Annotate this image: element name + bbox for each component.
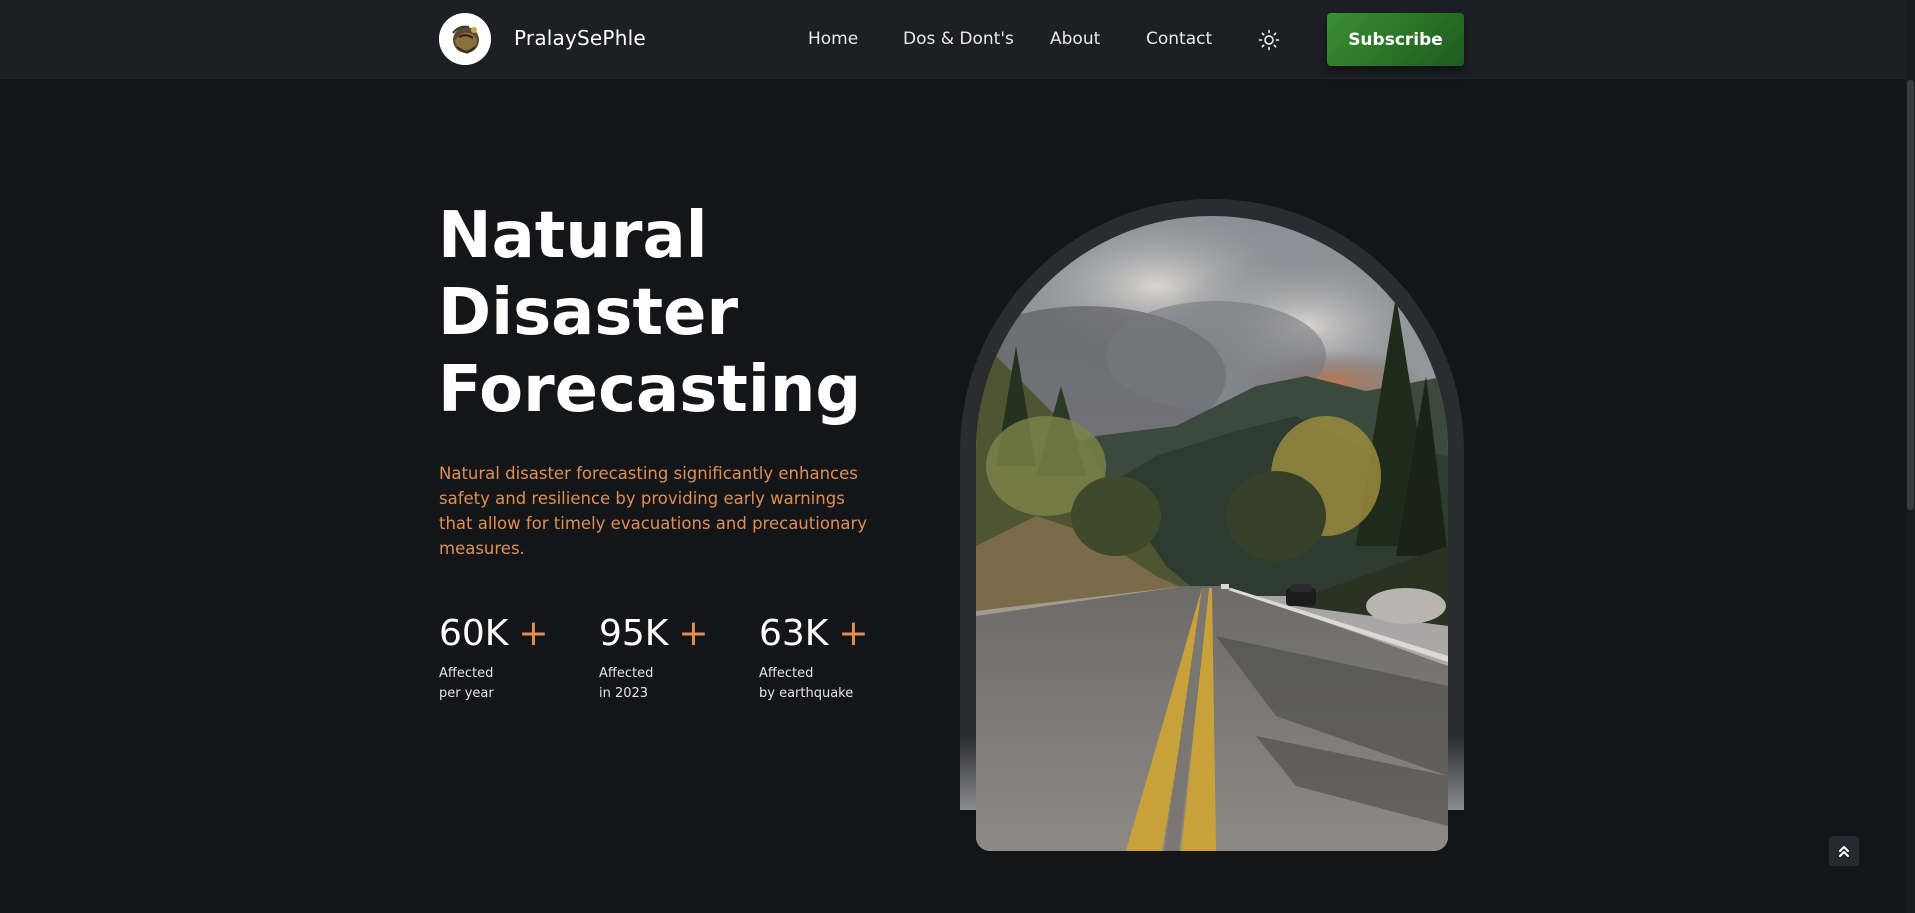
stat-label: Affected per year [439, 666, 494, 701]
hero-title: Natural Disaster Forecasting [438, 198, 908, 429]
plus-sign: + [678, 613, 709, 654]
nav-dos-donts[interactable]: Dos & Dont's [903, 29, 1014, 49]
wildfire-road-photo [976, 216, 1448, 851]
subscribe-button[interactable]: Subscribe [1327, 13, 1464, 66]
nav-contact[interactable]: Contact [1146, 29, 1212, 49]
double-chevron-up-icon[interactable] [1829, 836, 1859, 866]
stat-per-year: 60K + Affected per year [439, 612, 549, 704]
stat-value: 60K + [439, 613, 549, 654]
hero-description: Natural disaster forecasting significant… [439, 464, 868, 558]
sun-icon[interactable] [1258, 29, 1280, 51]
stat-value: 63K + [759, 613, 869, 654]
nav-about[interactable]: About [1050, 29, 1100, 49]
stat-in-2023: 95K + Affected in 2023 [599, 612, 709, 704]
scrollbar-thumb[interactable] [1907, 80, 1914, 510]
plus-sign: + [838, 613, 869, 654]
plus-sign: + [518, 613, 549, 654]
stat-label: Affected by earthquake [759, 666, 854, 701]
brand-name[interactable]: PralaySePhle [514, 26, 646, 50]
hero-title-line: Disaster [438, 276, 738, 350]
stat-label: Affected in 2023 [599, 666, 654, 701]
stat-value: 95K + [599, 613, 709, 654]
hero-title-line: Natural [438, 199, 708, 273]
site-header: PralaySePhle Home Dos & Dont's About Con… [0, 0, 1915, 79]
hero-title-line: Forecasting [438, 353, 862, 427]
nav-home[interactable]: Home [808, 29, 858, 49]
logo-icon[interactable] [439, 13, 491, 65]
stat-by-earthquake: 63K + Affected by earthquake [759, 612, 869, 704]
